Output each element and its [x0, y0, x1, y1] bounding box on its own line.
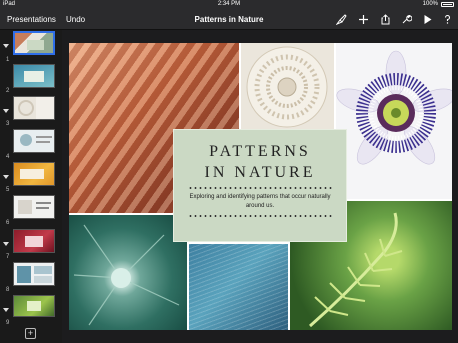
status-right: 100%: [423, 0, 454, 9]
format-brush-icon[interactable]: [335, 13, 348, 26]
slide-number: 4: [6, 154, 10, 160]
battery-icon: [441, 2, 454, 7]
title-line-2: IN NATURE: [204, 164, 316, 181]
slide-thumbnail-1[interactable]: [13, 31, 55, 55]
disclosure-triangle-icon[interactable]: [3, 175, 9, 179]
presentations-button[interactable]: Presentations: [7, 9, 56, 30]
toolbar: Presentations Undo Patterns in Nature: [0, 9, 458, 30]
slide-thumbnail-6[interactable]: [13, 195, 55, 219]
disclosure-triangle-icon[interactable]: [3, 109, 9, 113]
battery-percent: 100%: [422, 1, 438, 7]
share-icon[interactable]: [379, 13, 392, 26]
slide-thumbnail-4[interactable]: [13, 129, 55, 153]
dotted-divider: [188, 215, 332, 217]
undo-button[interactable]: Undo: [66, 9, 85, 30]
slide-number: 8: [6, 287, 10, 293]
disclosure-triangle-icon[interactable]: [3, 44, 9, 48]
disclosure-triangle-icon[interactable]: [3, 308, 9, 312]
passion-flower-image[interactable]: [336, 43, 452, 199]
slide-number: 9: [6, 320, 10, 326]
title-card[interactable]: PATTERNS IN NATURE Exploring and identif…: [173, 129, 347, 242]
slide-navigator: 1 2 3 4 5 6 7 8 9 +: [0, 30, 62, 343]
slide-thumbnail-3[interactable]: [13, 96, 55, 120]
slide-thumbnail-9[interactable]: [13, 295, 55, 317]
subtitle: Exploring and identifying patterns that …: [189, 194, 331, 209]
slide-canvas[interactable]: PATTERNS IN NATURE Exploring and identif…: [69, 43, 452, 330]
slide-number: 2: [6, 88, 10, 94]
wrench-icon[interactable]: [400, 13, 413, 26]
nautilus-shell-image[interactable]: [241, 43, 334, 129]
slide-thumbnail-7[interactable]: [13, 229, 55, 253]
help-icon[interactable]: [441, 13, 454, 26]
disclosure-triangle-icon[interactable]: [3, 242, 9, 246]
add-slide-icon[interactable]: +: [25, 328, 36, 339]
slide-number: 5: [6, 187, 10, 193]
slide-number: 3: [6, 121, 10, 127]
clock: 2:34 PM: [217, 1, 241, 7]
slide-number: 6: [6, 220, 10, 226]
dotted-divider: [188, 187, 332, 189]
status-bar: iPad 2:34 PM 100%: [0, 0, 458, 9]
play-icon[interactable]: [421, 13, 434, 26]
add-icon[interactable]: [357, 13, 370, 26]
feather-image[interactable]: [189, 244, 288, 330]
slide-number: 7: [6, 254, 10, 260]
slide-number: 1: [6, 57, 10, 63]
slide-thumbnail-5[interactable]: [13, 162, 55, 186]
succulent-image[interactable]: [69, 215, 187, 330]
slide-thumbnail-8[interactable]: [13, 262, 55, 286]
slide-thumbnail-2[interactable]: [13, 64, 55, 88]
title-line-1: PATTERNS: [209, 143, 311, 160]
